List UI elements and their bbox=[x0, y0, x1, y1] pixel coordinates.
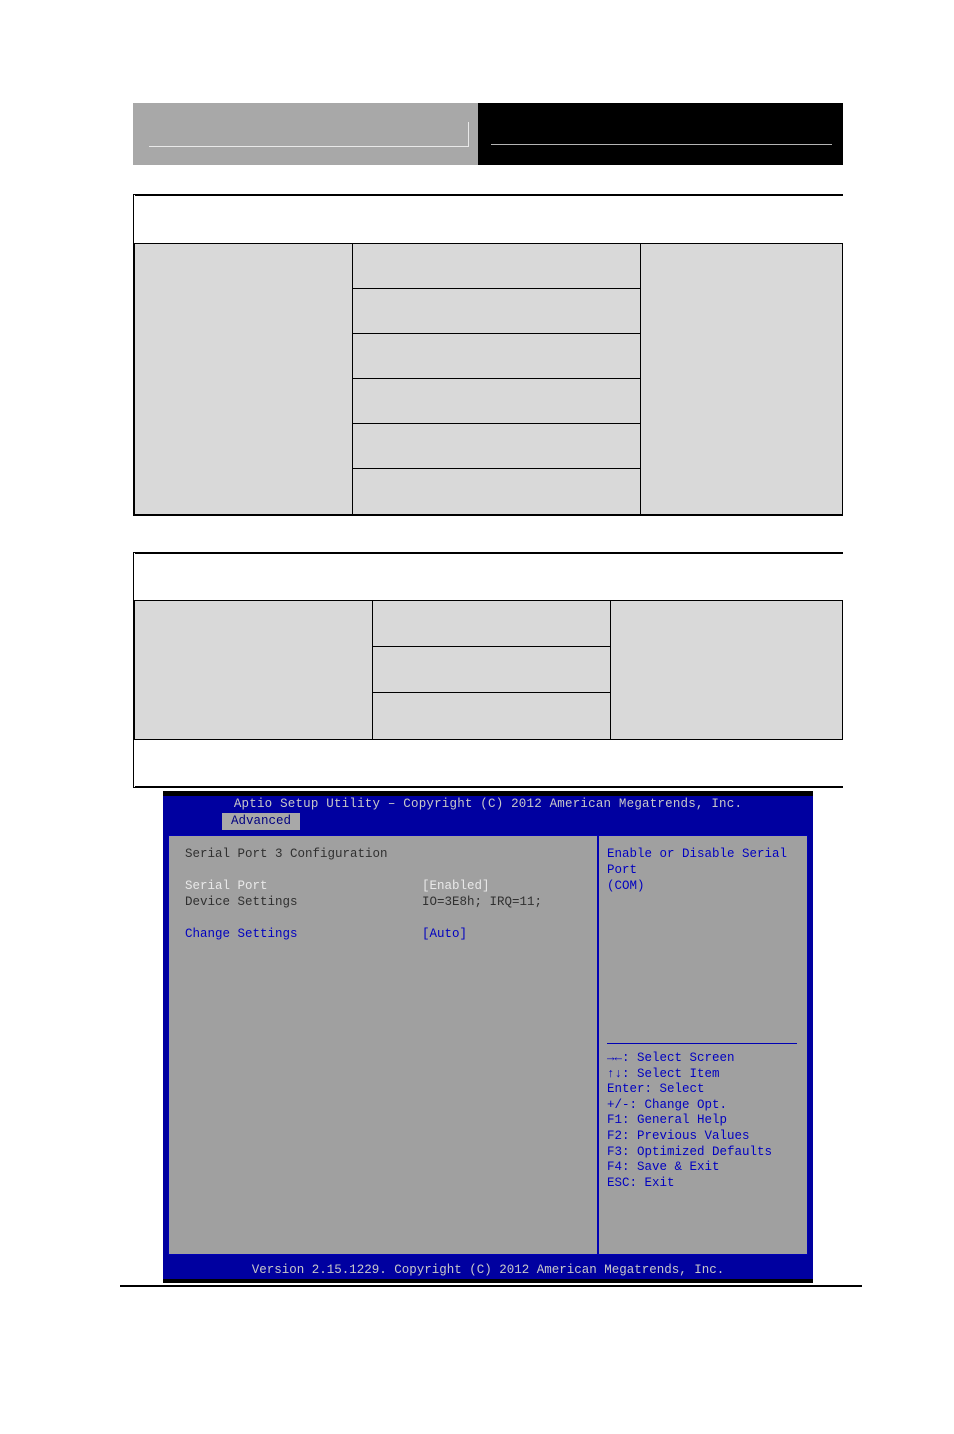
key-legend-text: +/-: Change Opt. bbox=[607, 1097, 728, 1112]
table-cell bbox=[610, 600, 843, 740]
bios-key-legend: →←: Select Screen ↑↓: Select Item Enter:… bbox=[607, 1051, 772, 1191]
header-left-redacted-box bbox=[133, 103, 478, 165]
setting-value: IO=3E8h; IRQ=11; bbox=[422, 895, 543, 909]
header-banner bbox=[133, 103, 843, 165]
section-heading-label: Serial Port 3 Configuration bbox=[185, 847, 388, 861]
section-heading: Serial Port 3 Configuration bbox=[185, 846, 597, 862]
key-legend-text: F3: Optimized Defaults bbox=[607, 1144, 773, 1159]
setting-value[interactable]: [Auto] bbox=[422, 926, 467, 942]
bios-bottom-strip bbox=[163, 1279, 813, 1283]
header-left-tick bbox=[468, 122, 469, 147]
table-cell bbox=[134, 553, 843, 601]
key-legend-item: F4: Save & Exit bbox=[607, 1160, 772, 1176]
table-cell bbox=[372, 646, 611, 693]
table-row bbox=[134, 600, 843, 740]
tab-advanced[interactable]: Advanced bbox=[222, 813, 301, 830]
header-right-redacted-box bbox=[478, 103, 843, 165]
table-cell bbox=[352, 288, 641, 334]
header-left-underline bbox=[149, 146, 469, 147]
table-cell bbox=[134, 600, 373, 740]
page-footer-rule bbox=[120, 1285, 862, 1287]
setting-row-device-settings: Device Settings IO=3E8h; IRQ=11; bbox=[185, 894, 597, 910]
setting-row-serial-port[interactable]: Serial Port [Enabled] bbox=[185, 878, 597, 894]
bios-title: Aptio Setup Utility – Copyright (C) 2012… bbox=[233, 797, 743, 811]
bios-settings-panel: Serial Port 3 Configuration Serial Port … bbox=[169, 836, 597, 1254]
key-legend-item: F1: General Help bbox=[607, 1113, 772, 1129]
bios-tab-bar: Advanced bbox=[163, 813, 813, 830]
spec-table-two bbox=[133, 552, 843, 788]
setting-label: Serial Port bbox=[185, 879, 268, 893]
table-cell bbox=[372, 600, 611, 647]
table-cell bbox=[352, 423, 641, 469]
key-legend-text: ESC: Exit bbox=[607, 1175, 675, 1190]
key-legend-text: Enter: Select bbox=[607, 1082, 705, 1097]
key-legend-text: ↑↓: Select Item bbox=[607, 1066, 720, 1081]
key-legend-text: →←: Select Screen bbox=[607, 1051, 735, 1065]
setting-label: Device Settings bbox=[185, 895, 298, 909]
table-cell bbox=[640, 243, 843, 515]
help-text-line-2: (COM) bbox=[607, 879, 645, 893]
bios-help-panel: Enable or Disable Serial Port (COM) →←: … bbox=[599, 836, 807, 1254]
setting-row-change-settings[interactable]: Change Settings [Auto] bbox=[185, 926, 597, 942]
table-cell bbox=[134, 243, 353, 515]
key-legend-item: Enter: Select bbox=[607, 1082, 772, 1098]
setting-label: Change Settings bbox=[185, 927, 298, 941]
table-cell bbox=[352, 243, 641, 289]
table-cell bbox=[134, 195, 843, 244]
key-legend-text: F1: General Help bbox=[607, 1113, 728, 1128]
table-cell bbox=[134, 739, 843, 787]
table-cell bbox=[352, 333, 641, 379]
bios-footer: Version 2.15.1229. Copyright (C) 2012 Am… bbox=[163, 1262, 813, 1279]
key-legend-item: F2: Previous Values bbox=[607, 1129, 772, 1145]
table-row bbox=[134, 243, 843, 515]
table-cell bbox=[352, 378, 641, 424]
key-legend-item: ESC: Exit bbox=[607, 1176, 772, 1192]
key-legend-item: F3: Optimized Defaults bbox=[607, 1145, 772, 1161]
key-legend-text: F2: Previous Values bbox=[607, 1128, 750, 1143]
setting-value[interactable]: [Enabled] bbox=[422, 878, 490, 894]
key-legend-item: +/-: Change Opt. bbox=[607, 1098, 772, 1114]
bios-setup-window: Aptio Setup Utility – Copyright (C) 2012… bbox=[163, 791, 813, 1283]
key-legend-text: F4: Save & Exit bbox=[607, 1160, 720, 1175]
table-row bbox=[134, 553, 843, 601]
header-right-underline bbox=[491, 144, 832, 145]
spec-table-one bbox=[133, 194, 843, 516]
table-cell bbox=[372, 692, 611, 740]
bios-body: Serial Port 3 Configuration Serial Port … bbox=[168, 835, 808, 1255]
table-cell bbox=[352, 468, 641, 515]
key-legend-item: ↑↓: Select Item bbox=[607, 1067, 772, 1083]
help-text-line-1: Enable or Disable Serial Port bbox=[607, 847, 788, 877]
key-legend-item: →←: Select Screen bbox=[607, 1051, 772, 1067]
table-row bbox=[134, 195, 843, 244]
table-row bbox=[134, 739, 843, 787]
help-separator bbox=[607, 1043, 797, 1044]
